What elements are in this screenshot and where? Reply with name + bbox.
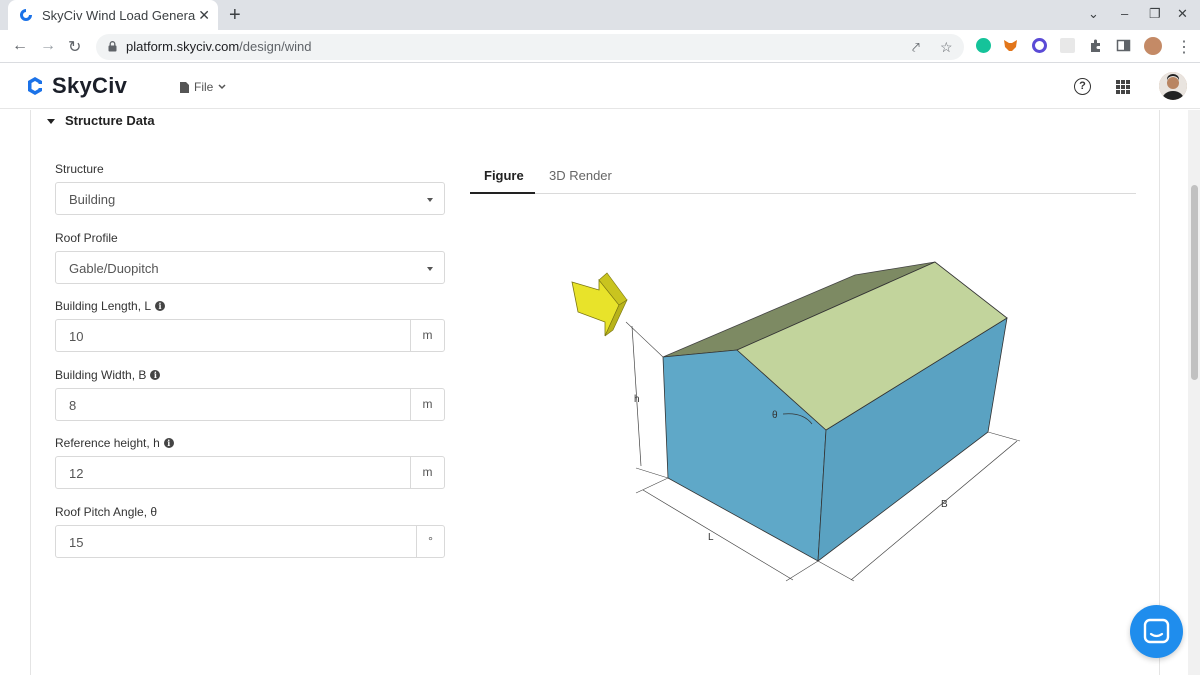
active-tab-indicator	[470, 192, 535, 194]
caret-down-icon	[47, 118, 55, 124]
wind-arrow-icon	[571, 272, 628, 337]
skyciv-favicon-icon	[20, 9, 32, 21]
browser-toolbar: ← → ↻ platform.skyciv.com/design/wind ⤤ …	[0, 30, 1200, 63]
building-width-label: Building Width, B i	[55, 368, 161, 382]
structure-label: Structure	[55, 162, 104, 176]
roof-pitch-unit: °	[416, 526, 444, 557]
building-figure: h θ L B	[571, 261, 1021, 582]
select-arrow-icon	[427, 198, 433, 202]
roof-profile-label: Roof Profile	[55, 231, 118, 245]
grammarly-icon[interactable]	[976, 38, 991, 53]
section-title: Structure Data	[65, 113, 155, 128]
dim-theta-label: θ	[772, 410, 778, 421]
logo-text: SkyCiv	[52, 73, 128, 98]
info-icon[interactable]: i	[163, 438, 174, 448]
info-icon[interactable]: i	[155, 301, 166, 311]
reference-height-label: Reference height, h i	[55, 436, 174, 450]
minimize-icon[interactable]: –	[1121, 6, 1128, 21]
roof-profile-value: Gable/Duopitch	[69, 261, 159, 276]
info-icon[interactable]: i	[150, 370, 161, 380]
forward-icon[interactable]: →	[40, 37, 56, 55]
puzzle-icon[interactable]	[1088, 38, 1103, 53]
building-width-label-text: Building Width, B	[55, 368, 147, 382]
help-icon[interactable]: ?	[1074, 78, 1091, 95]
building-length-unit: m	[410, 320, 444, 351]
extension-circle-icon[interactable]	[1032, 38, 1047, 53]
chat-icon	[1143, 618, 1170, 644]
file-menu-label: File	[194, 80, 214, 94]
share-icon[interactable]: ⤤	[912, 39, 920, 56]
roof-pitch-input[interactable]: 15 °	[55, 525, 445, 558]
sidepanel-icon[interactable]	[1116, 38, 1131, 53]
building-length-value: 10	[69, 329, 84, 344]
section-header-structure-data[interactable]: Structure Data	[47, 113, 155, 128]
apps-grid-icon[interactable]	[1116, 80, 1130, 94]
tab-title: SkyCiv Wind Load Genera	[42, 7, 196, 23]
restore-icon[interactable]: ❐	[1149, 6, 1161, 22]
dim-h-label: h	[634, 394, 640, 405]
reference-height-input[interactable]: 12 m	[55, 456, 445, 489]
building-length-label-text: Building Length, L	[55, 299, 152, 313]
url-text: platform.skyciv.com/design/wind	[126, 39, 311, 54]
chevron-down-icon	[218, 84, 226, 90]
skyciv-logo[interactable]: SkyCiv	[24, 73, 127, 99]
lock-icon	[108, 41, 117, 52]
select-arrow-icon	[427, 267, 433, 271]
roof-profile-select[interactable]: Gable/Duopitch	[55, 251, 445, 284]
address-bar[interactable]: platform.skyciv.com/design/wind ⤤ ☆	[96, 34, 964, 60]
window-close-icon[interactable]: ✕	[1177, 6, 1188, 22]
new-tab-button[interactable]: +	[229, 4, 241, 27]
metamask-icon[interactable]	[1003, 38, 1018, 53]
roof-profile-label-text: Roof Profile	[55, 231, 118, 245]
roof-pitch-label: Roof Pitch Angle, θ	[55, 505, 157, 519]
building-width-value: 8	[69, 398, 77, 413]
structure-label-text: Structure	[55, 162, 104, 176]
reload-icon[interactable]: ↻	[68, 37, 81, 57]
user-avatar[interactable]	[1159, 72, 1187, 100]
structure-value: Building	[69, 192, 116, 207]
chat-launcher-button[interactable]	[1130, 605, 1183, 658]
roof-pitch-value: 15	[69, 535, 84, 550]
file-icon	[180, 81, 189, 93]
tab-3d-render[interactable]: 3D Render	[549, 168, 612, 183]
dim-B-label: B	[941, 499, 948, 510]
structure-select[interactable]: Building	[55, 182, 445, 215]
app-header: SkyCiv File ?	[0, 64, 1200, 109]
browser-tab[interactable]: SkyCiv Wind Load Genera ✕	[8, 0, 218, 30]
dim-L-label: L	[708, 532, 714, 543]
building-width-unit: m	[410, 389, 444, 420]
building-width-input[interactable]: 8 m	[55, 388, 445, 421]
tab-close-icon[interactable]: ✕	[198, 7, 210, 24]
browser-menu-icon[interactable]: ⋮	[1176, 37, 1192, 57]
figure-tabs: Figure 3D Render	[470, 160, 1136, 194]
tab-figure[interactable]: Figure	[484, 168, 524, 183]
building-length-input[interactable]: 10 m	[55, 319, 445, 352]
building-length-label: Building Length, L i	[55, 299, 166, 313]
reference-height-unit: m	[410, 457, 444, 488]
tab-search-icon[interactable]: ⌄	[1088, 6, 1099, 22]
reference-height-label-text: Reference height, h	[55, 436, 160, 450]
url-path: /design/wind	[239, 39, 312, 54]
skyciv-logo-icon	[28, 77, 42, 95]
file-menu[interactable]: File	[180, 80, 226, 94]
url-host: platform.skyciv.com	[126, 39, 240, 54]
bookmark-star-icon[interactable]: ☆	[940, 39, 953, 56]
extension-square-icon[interactable]	[1060, 38, 1075, 53]
profile-avatar[interactable]	[1144, 37, 1162, 55]
back-icon[interactable]: ←	[12, 37, 28, 55]
browser-tabstrip: SkyCiv Wind Load Genera ✕ + ⌄ – ❐ ✕	[0, 0, 1200, 30]
reference-height-value: 12	[69, 466, 84, 481]
roof-pitch-label-text: Roof Pitch Angle, θ	[55, 505, 158, 519]
page-scrollbar-thumb[interactable]	[1191, 185, 1198, 380]
